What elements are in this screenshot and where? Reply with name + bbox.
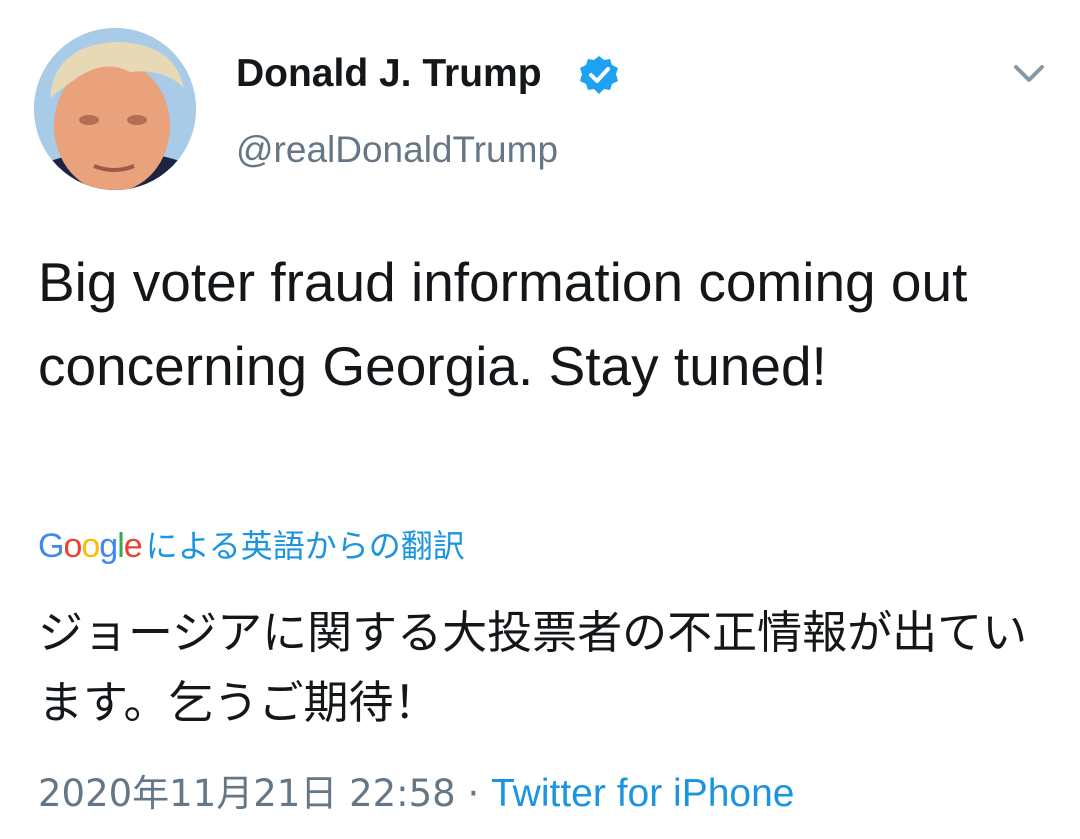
translated-tweet-text: ジョージアに関する大投票者の不正情報が出ています。乞うご期待！	[38, 606, 1028, 729]
google-logo[interactable]: Google	[38, 527, 143, 565]
tweet-meta: 2020年11月21日 22:58 · Twitter for iPhone	[38, 770, 794, 818]
avatar[interactable]	[34, 28, 196, 190]
tweet-text: Big voter fraud information coming out c…	[38, 251, 968, 397]
translation-label[interactable]: による英語からの翻訳	[146, 527, 465, 565]
avatar-portrait	[34, 28, 196, 190]
meta-separator: ·	[467, 772, 480, 815]
tweet-timestamp[interactable]: 2020年11月21日 22:58	[38, 772, 456, 815]
verified-badge-icon	[580, 56, 618, 94]
chevron-down-icon[interactable]	[1008, 58, 1050, 88]
author-display-name[interactable]: Donald J. Trump	[236, 50, 542, 98]
translation-attribution: Google による英語からの翻訳	[38, 522, 465, 570]
tweet-source-link[interactable]: Twitter for iPhone	[491, 772, 794, 815]
author-handle[interactable]: @realDonaldTrump	[236, 127, 558, 173]
